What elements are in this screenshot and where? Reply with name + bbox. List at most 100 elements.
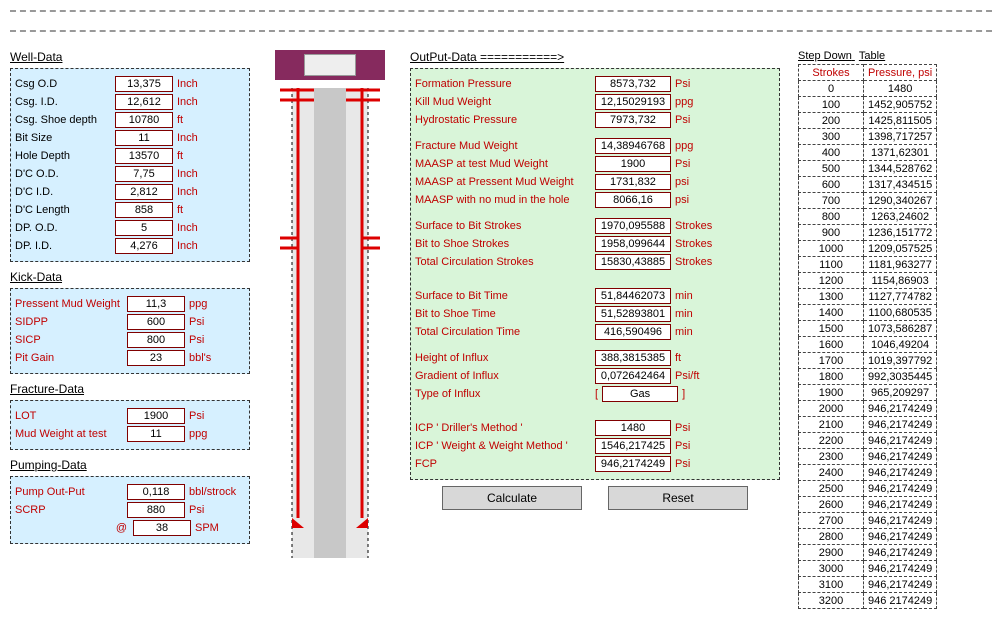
kick-data-title: Kick-Data: [10, 270, 250, 284]
table-cell: 2000: [799, 401, 864, 417]
value-input[interactable]: [115, 130, 173, 146]
left-column: Well-Data Csg O.DInchCsg. I.D.InchCsg. S…: [10, 50, 250, 552]
table-cell: 700: [799, 193, 864, 209]
output-label: Height of Influx: [415, 352, 595, 364]
row-label: Mud Weight at test: [15, 428, 127, 440]
table-cell: 900: [799, 225, 864, 241]
table-row: 2900946,2174249: [799, 545, 937, 561]
value-input[interactable]: [127, 426, 185, 442]
output-value[interactable]: [595, 174, 671, 190]
table-cell: 1181,963277: [864, 257, 937, 273]
value-input[interactable]: [133, 520, 191, 536]
output-value[interactable]: [595, 218, 671, 234]
table-cell: 200: [799, 113, 864, 129]
output-label: Kill Mud Weight: [415, 96, 595, 108]
value-input[interactable]: [115, 76, 173, 92]
table-cell: 0: [799, 81, 864, 97]
output-value[interactable]: [595, 112, 671, 128]
data-row: D'C Lengthft: [15, 201, 243, 219]
table-cell: 2100: [799, 417, 864, 433]
table-row: 2500946,2174249: [799, 481, 937, 497]
value-input[interactable]: [115, 112, 173, 128]
value-input[interactable]: [115, 238, 173, 254]
value-input[interactable]: [127, 408, 185, 424]
value-input[interactable]: [127, 484, 185, 500]
output-unit: min: [675, 290, 693, 302]
table-cell: 946,2174249: [864, 513, 937, 529]
output-unit: psi: [675, 176, 689, 188]
value-input[interactable]: [115, 202, 173, 218]
output-value[interactable]: [595, 438, 671, 454]
output-label: MAASP at Pressent Mud Weight: [415, 176, 595, 188]
reset-button[interactable]: Reset: [608, 486, 748, 510]
table-row: 16001046,49204: [799, 337, 937, 353]
table-row: 3000946,2174249: [799, 561, 937, 577]
value-input[interactable]: [127, 332, 185, 348]
table-cell: 946,2174249: [864, 433, 937, 449]
table-header: Pressure, psi: [864, 65, 937, 81]
output-value[interactable]: [595, 324, 671, 340]
value-input[interactable]: [127, 350, 185, 366]
output-label: Total Circulation Time: [415, 326, 595, 338]
output-value[interactable]: [602, 386, 678, 402]
data-row: Pressent Mud Weightppg: [15, 295, 243, 313]
value-input[interactable]: [127, 296, 185, 312]
table-row: 6001317,434515: [799, 177, 937, 193]
table-cell: 1480: [864, 81, 937, 97]
table-cell: 2300: [799, 449, 864, 465]
value-input[interactable]: [115, 220, 173, 236]
output-value[interactable]: [595, 138, 671, 154]
table-cell: 1425,811505: [864, 113, 937, 129]
schematic-column: [260, 50, 400, 558]
unit-label: bbl/strock: [189, 486, 236, 498]
table-cell: 1600: [799, 337, 864, 353]
table-row: 2800946,2174249: [799, 529, 937, 545]
row-label: Csg O.D: [15, 78, 115, 90]
value-input[interactable]: [115, 148, 173, 164]
output-title: OutPut-Data ===========>: [410, 50, 780, 64]
value-input[interactable]: [127, 502, 185, 518]
output-value[interactable]: [595, 94, 671, 110]
stepdown-table: StrokesPressure, psi014801001452,9057522…: [798, 64, 937, 609]
output-value[interactable]: [595, 254, 671, 270]
table-row: 4001371,62301: [799, 145, 937, 161]
output-value[interactable]: [595, 368, 671, 384]
value-input[interactable]: [115, 94, 173, 110]
output-value[interactable]: [595, 456, 671, 472]
output-value[interactable]: [595, 156, 671, 172]
output-value[interactable]: [595, 236, 671, 252]
row-label: Pressent Mud Weight: [15, 298, 127, 310]
row-label: D'C O.D.: [15, 168, 115, 180]
output-label: Formation Pressure: [415, 78, 595, 90]
unit-label: Inch: [177, 240, 198, 252]
output-value[interactable]: [595, 306, 671, 322]
table-row: 8001263,24602: [799, 209, 937, 225]
output-value[interactable]: [595, 350, 671, 366]
calculate-button[interactable]: Calculate: [442, 486, 582, 510]
output-label: Type of Influx: [415, 388, 595, 400]
output-value[interactable]: [595, 420, 671, 436]
output-value[interactable]: [595, 192, 671, 208]
output-unit: Psi/ft: [675, 370, 699, 382]
fracture-data-title: Fracture-Data: [10, 382, 250, 396]
table-cell: 3100: [799, 577, 864, 593]
table-cell: 1700: [799, 353, 864, 369]
output-value[interactable]: [595, 76, 671, 92]
table-row: 1001452,905752: [799, 97, 937, 113]
output-row: Kill Mud Weightppg: [415, 93, 773, 111]
output-unit: min: [675, 308, 693, 320]
table-cell: 946,2174249: [864, 545, 937, 561]
row-label: Pit Gain: [15, 352, 127, 364]
value-input[interactable]: [127, 314, 185, 330]
data-row: Pump Out-Putbbl/strock: [15, 483, 243, 501]
output-value[interactable]: [595, 288, 671, 304]
row-label: SICP: [15, 334, 127, 346]
table-row: 7001290,340267: [799, 193, 937, 209]
table-cell: 1290,340267: [864, 193, 937, 209]
table-row: 14001100,680535: [799, 305, 937, 321]
table-cell: 2900: [799, 545, 864, 561]
output-column: OutPut-Data ===========> Formation Press…: [410, 50, 780, 510]
table-cell: 992,3035445: [864, 369, 937, 385]
value-input[interactable]: [115, 184, 173, 200]
value-input[interactable]: [115, 166, 173, 182]
